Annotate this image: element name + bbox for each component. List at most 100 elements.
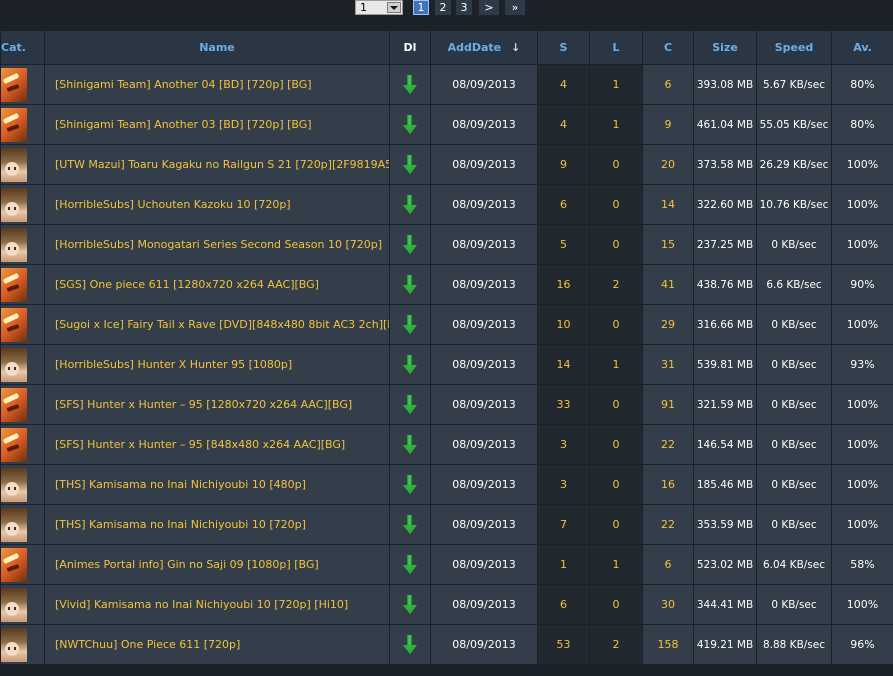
download-arrow-icon[interactable] — [403, 154, 417, 175]
fairy-tail-icon[interactable] — [1, 107, 27, 142]
torrent-name-link[interactable]: [NWTChuu] One Piece 611 [720p] — [44, 624, 390, 665]
torrent-name-link[interactable]: [THS] Kamisama no Inai Nichiyoubi 10 [48… — [44, 464, 390, 505]
download-arrow-icon[interactable] — [403, 514, 417, 535]
header-cat[interactable]: Cat. — [0, 30, 45, 65]
download-cell[interactable] — [389, 584, 431, 625]
chevron-down-icon[interactable] — [387, 2, 401, 13]
category-cell[interactable] — [0, 584, 45, 625]
anime-girl-icon[interactable] — [1, 467, 27, 502]
table-row: [Shinigami Team] Another 03 [BD] [720p] … — [0, 104, 893, 145]
header-completed[interactable]: C — [642, 30, 694, 65]
speed-value: 0 KB/sec — [756, 424, 832, 465]
torrent-name-link[interactable]: [HorribleSubs] Monogatari Series Second … — [44, 224, 390, 265]
fairy-tail-icon[interactable] — [1, 427, 27, 462]
add-date: 08/09/2013 — [430, 144, 538, 185]
torrent-name-link[interactable]: [Vivid] Kamisama no Inai Nichiyoubi 10 [… — [44, 584, 390, 625]
download-cell[interactable] — [389, 304, 431, 345]
category-cell[interactable] — [0, 424, 45, 465]
speed-value: 0 KB/sec — [756, 304, 832, 345]
fairy-tail-icon[interactable] — [1, 267, 27, 302]
torrent-name-link[interactable]: [UTW Mazui] Toaru Kagaku no Railgun S 21… — [44, 144, 390, 185]
page-link-3[interactable]: 3 — [456, 0, 472, 15]
anime-girl-icon[interactable] — [1, 227, 27, 262]
category-cell[interactable] — [0, 184, 45, 225]
download-cell[interactable] — [389, 64, 431, 105]
header-seeders[interactable]: S — [537, 30, 590, 65]
anime-girl-icon[interactable] — [1, 347, 27, 382]
header-size[interactable]: Size — [693, 30, 757, 65]
download-cell[interactable] — [389, 424, 431, 465]
header-leechers[interactable]: L — [589, 30, 643, 65]
anime-girl-icon[interactable] — [1, 587, 27, 622]
download-arrow-icon[interactable] — [403, 274, 417, 295]
download-arrow-icon[interactable] — [403, 314, 417, 335]
category-cell[interactable] — [0, 624, 45, 665]
category-cell[interactable] — [0, 464, 45, 505]
torrent-name-link[interactable]: [Shinigami Team] Another 04 [BD] [720p] … — [44, 64, 390, 105]
download-cell[interactable] — [389, 104, 431, 145]
completed-count: 158 — [642, 624, 694, 665]
category-cell[interactable] — [0, 384, 45, 425]
torrent-name-link[interactable]: [Shinigami Team] Another 03 [BD] [720p] … — [44, 104, 390, 145]
torrent-name-link[interactable]: [SGS] One piece 611 [1280x720 x264 AAC][… — [44, 264, 390, 305]
download-arrow-icon[interactable] — [403, 474, 417, 495]
category-cell[interactable] — [0, 504, 45, 545]
fairy-tail-icon[interactable] — [1, 547, 27, 582]
category-cell[interactable] — [0, 544, 45, 585]
page-select[interactable]: 1 — [355, 0, 403, 15]
category-cell[interactable] — [0, 144, 45, 185]
download-arrow-icon[interactable] — [403, 114, 417, 135]
next-page-button[interactable]: > — [479, 0, 499, 15]
download-cell[interactable] — [389, 264, 431, 305]
download-cell[interactable] — [389, 544, 431, 585]
torrent-name-link[interactable]: [HorribleSubs] Uchouten Kazoku 10 [720p] — [44, 184, 390, 225]
download-arrow-icon[interactable] — [403, 354, 417, 375]
category-cell[interactable] — [0, 64, 45, 105]
category-cell[interactable] — [0, 344, 45, 385]
anime-girl-icon[interactable] — [1, 147, 27, 182]
torrent-name-link[interactable]: [Animes Portal info] Gin no Saji 09 [108… — [44, 544, 390, 585]
page-link-2[interactable]: 2 — [435, 0, 451, 15]
torrent-name-link[interactable]: [THS] Kamisama no Inai Nichiyoubi 10 [72… — [44, 504, 390, 545]
download-cell[interactable] — [389, 224, 431, 265]
torrent-name-link[interactable]: [SFS] Hunter x Hunter – 95 [848x480 x264… — [44, 424, 390, 465]
availability-value: 100% — [831, 384, 893, 425]
header-speed[interactable]: Speed — [756, 30, 832, 65]
download-cell[interactable] — [389, 384, 431, 425]
header-name[interactable]: Name — [44, 30, 390, 65]
download-arrow-icon[interactable] — [403, 434, 417, 455]
anime-girl-icon[interactable] — [1, 507, 27, 542]
fairy-tail-icon[interactable] — [1, 67, 27, 102]
download-arrow-icon[interactable] — [403, 74, 417, 95]
page-link-1[interactable]: 1 — [413, 0, 429, 15]
seeders-count: 33 — [537, 384, 590, 425]
fairy-tail-icon[interactable] — [1, 387, 27, 422]
category-cell[interactable] — [0, 264, 45, 305]
category-cell[interactable] — [0, 104, 45, 145]
torrent-name-link[interactable]: [Sugoi x Ice] Fairy Tail x Rave [DVD][84… — [44, 304, 390, 345]
download-cell[interactable] — [389, 144, 431, 185]
download-arrow-icon[interactable] — [403, 194, 417, 215]
fairy-tail-icon[interactable] — [1, 307, 27, 342]
download-cell[interactable] — [389, 344, 431, 385]
availability-value: 80% — [831, 64, 893, 105]
anime-girl-icon[interactable] — [1, 187, 27, 222]
torrent-name-link[interactable]: [SFS] Hunter x Hunter – 95 [1280x720 x26… — [44, 384, 390, 425]
header-availability[interactable]: Av. — [831, 30, 893, 65]
download-cell[interactable] — [389, 184, 431, 225]
header-adddate[interactable]: AddDate ↓ — [430, 30, 538, 65]
download-arrow-icon[interactable] — [403, 394, 417, 415]
category-cell[interactable] — [0, 304, 45, 345]
download-arrow-icon[interactable] — [403, 634, 417, 655]
download-arrow-icon[interactable] — [403, 594, 417, 615]
download-cell[interactable] — [389, 464, 431, 505]
download-arrow-icon[interactable] — [403, 234, 417, 255]
torrent-name-link[interactable]: [HorribleSubs] Hunter X Hunter 95 [1080p… — [44, 344, 390, 385]
category-cell[interactable] — [0, 224, 45, 265]
last-page-button[interactable]: » — [505, 0, 525, 15]
anime-girl-icon[interactable] — [1, 627, 27, 662]
download-cell[interactable] — [389, 504, 431, 545]
download-cell[interactable] — [389, 624, 431, 665]
pagination-bar: 1 1 2 3 > » — [0, 0, 893, 30]
download-arrow-icon[interactable] — [403, 554, 417, 575]
